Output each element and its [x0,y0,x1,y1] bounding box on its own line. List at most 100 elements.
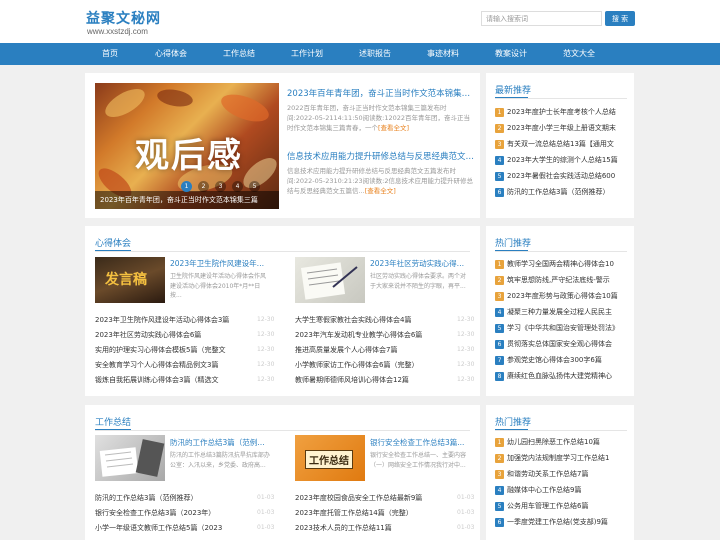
list-date: 12-30 [257,361,275,368]
card-thumbnail[interactable] [295,257,365,303]
featured-slider[interactable]: 观后感 2023年百年青年团，奋斗正当时作文范本锦集三篇 1 2 3 4 5 [95,83,279,209]
section-title: 热门推荐 [495,239,532,249]
card-title[interactable]: 2023年卫生院作风建设年活动心得体... [170,258,270,269]
list-item[interactable]: 4 融媒体中心工作总结9篇 [495,485,627,497]
card-thumbnail[interactable] [95,435,165,481]
nav-item-fanwen[interactable]: 范文大全 [549,43,609,65]
list-item[interactable]: 7 参观党史馆心得体会300字6篇 [495,355,627,367]
divider [95,251,470,252]
list-item[interactable]: 2023年汽车发动机专业教学心得体会6篇 [295,330,445,340]
list-item[interactable]: 5 公务用车管理工作总结6篇 [495,501,627,513]
list-item[interactable]: 6 贯彻落实总体国家安全观心得体会 [495,339,627,351]
rank-number: 4 [495,307,504,317]
rank-number: 1 [495,107,504,117]
nav-item-jiaoan[interactable]: 教案设计 [481,43,541,65]
card-title[interactable]: 防汛的工作总结3篇（范例推... [170,437,270,448]
card-desc: 社区劳动实践心得体会要求。两个对于大家来说并不陌生的字眼，再平... [370,273,467,290]
section-title[interactable]: 工作总结 [95,415,131,428]
list-item[interactable]: 安全教育学习个人心得体会精品例文3篇 [95,360,245,370]
search-input[interactable] [481,11,602,26]
nav-item-shiji[interactable]: 事迹材料 [413,43,473,65]
list-item[interactable]: 5 学习《中华共和国治安管理处罚法》 [495,323,627,335]
list-item[interactable]: 教师暑期师德师风培训心得体会12篇 [295,375,445,385]
nav-item-gongzuo[interactable]: 工作总结 [209,43,269,65]
list-item[interactable]: 2 加强党内法规制度学习工作总结1 [495,453,627,465]
list-item[interactable]: 4 凝聚三种力量发展全过程人民民主 [495,307,627,319]
slider-dot[interactable]: 5 [249,181,260,192]
list-item[interactable]: 小学教师家访工作心得体会6篇（完整） [295,360,445,370]
list-item[interactable]: 3 有关双一流总结总结13篇【通用文 [495,139,627,151]
rank-number: 5 [495,323,504,333]
list-item[interactable]: 1 2023年度护士长年度考核个人总结 [495,107,627,119]
list-item[interactable]: 4 2023年大学生的综测个人总结15篇 [495,155,627,167]
list-item[interactable]: 大学生寒假家教社会实践心得体会4篇 [295,315,445,325]
divider [495,430,627,431]
list-item[interactable]: 2023年卫生院作风建设年活动心得体会3篇 [95,315,245,325]
section-title: 最新推荐 [495,86,532,96]
list-date: 12-30 [257,316,275,323]
list-item[interactable]: 8 赓续红色血脉弘扬伟大建党精神心 [495,371,627,383]
site-logo[interactable]: 益聚文秘网 [86,8,161,28]
read-more-link[interactable]: [查看全文] [365,187,396,195]
thumb-text: 发言稿 [105,272,147,288]
list-date: 01-03 [257,494,275,501]
list-item[interactable]: 锻炼自我拓展训练心得体会3篇（精选文 [95,375,245,385]
rank-number: 7 [495,355,504,365]
list-item[interactable]: 6 一季度党建工作总结(党支部)9篇 [495,517,627,529]
featured-title[interactable]: 信息技术应用能力提升研修总结与反思经典范文五篇 [287,150,475,162]
list-item[interactable]: 6 防汛的工作总结3篇（范例推荐） [495,187,627,199]
list-date: 01-03 [257,524,275,531]
featured-title[interactable]: 2023年百年青年团，奋斗正当时作文范本锦集三篇 [287,87,475,99]
rank-number: 1 [495,437,504,447]
slider-dot[interactable]: 2 [198,181,209,192]
list-item[interactable]: 2 2023年度小学三年级上册语文期末 [495,123,627,135]
slider-caption[interactable]: 2023年百年青年团，奋斗正当时作文范本锦集三篇 [100,195,258,205]
section-title: 热门推荐 [495,418,532,428]
featured-desc: 信息技术应用能力提升研修总结与反思经典范文五篇发布时间:2022-05-2310… [287,167,473,195]
nav-item-shuzhi[interactable]: 述职报告 [345,43,405,65]
list-item[interactable]: 小学一年级语文教师工作总结5篇（2023 [95,523,245,533]
rank-number: 1 [495,259,504,269]
card-title[interactable]: 2023年社区劳动实践心得体会6篇 [370,258,470,269]
list-item[interactable]: 2023年社区劳动实践心得体会6篇 [95,330,245,340]
list-date: 01-03 [457,524,475,531]
list-item[interactable]: 2023年度托管工作总结14篇（完整） [295,508,445,518]
section-title[interactable]: 心得体会 [95,236,131,249]
divider [495,251,627,252]
nav-item-jihua[interactable]: 工作计划 [277,43,337,65]
list-item[interactable]: 2 筑牢思想防线,严守纪法底线-警示 [495,275,627,287]
hot-panel: 热门推荐 1 教师学习全国两会精神心得体会10 2 筑牢思想防线,严守纪法底线-警示… [486,226,634,396]
card-thumbnail[interactable]: 发言稿 [95,257,165,303]
read-more-link[interactable]: [查看全文] [378,124,409,132]
list-item[interactable]: 推进高质量发展个人心得体会7篇 [295,345,445,355]
list-date: 12-30 [257,346,275,353]
list-item[interactable]: 2023年度校园食品安全工作总结最新9篇 [295,493,445,503]
slider-dot[interactable]: 3 [215,181,226,192]
rank-number: 6 [495,517,504,527]
list-date: 12-30 [457,331,475,338]
slider-dot[interactable]: 4 [232,181,243,192]
nav-item-home[interactable]: 首页 [80,43,140,65]
list-item[interactable]: 1 幼儿园扫黑除恶工作总结10篇 [495,437,627,449]
search-button[interactable]: 搜 索 [605,11,635,26]
list-item[interactable]: 3 2023年度形势与政策心得体会10篇 [495,291,627,303]
rank-number: 5 [495,171,504,181]
list-item[interactable]: 实用的护理实习心得体会模板5篇（完整文 [95,345,245,355]
list-item[interactable]: 防汛的工作总结3篇（范例推荐） [95,493,245,503]
gongzuo-panel: 工作总结 防汛的工作总结3篇（范例推... 防汛的工作总结3篇防汛抗旱抗库部办公… [85,405,480,540]
card-thumbnail[interactable]: 工作总结 [295,435,365,481]
list-item[interactable]: 5 2023年暑假社会实践活动总结600 [495,171,627,183]
card-title[interactable]: 银行安全检查工作总结3篇... [370,437,470,448]
slider-dot[interactable]: 1 [181,181,192,192]
nav-item-xinde[interactable]: 心得体会 [141,43,201,65]
list-item[interactable]: 3 和谐劳动关系工作总结7篇 [495,469,627,481]
list-date: 01-03 [457,509,475,516]
list-item[interactable]: 2023技术人员的工作总结11篇 [295,523,445,533]
list-item[interactable]: 1 教师学习全国两会精神心得体会10 [495,259,627,271]
card-desc: 卫生院作风建设年活动心得体会作风建设活动心得体会2010年*月**日按... [170,273,267,299]
main-nav: 首页 心得体会 工作总结 工作计划 述职报告 事迹材料 教案设计 范文大全 [0,43,720,65]
rank-number: 4 [495,155,504,165]
desk-work-image [99,439,165,477]
rank-number: 8 [495,371,504,381]
list-item[interactable]: 银行安全检查工作总结3篇（2023年） [95,508,245,518]
